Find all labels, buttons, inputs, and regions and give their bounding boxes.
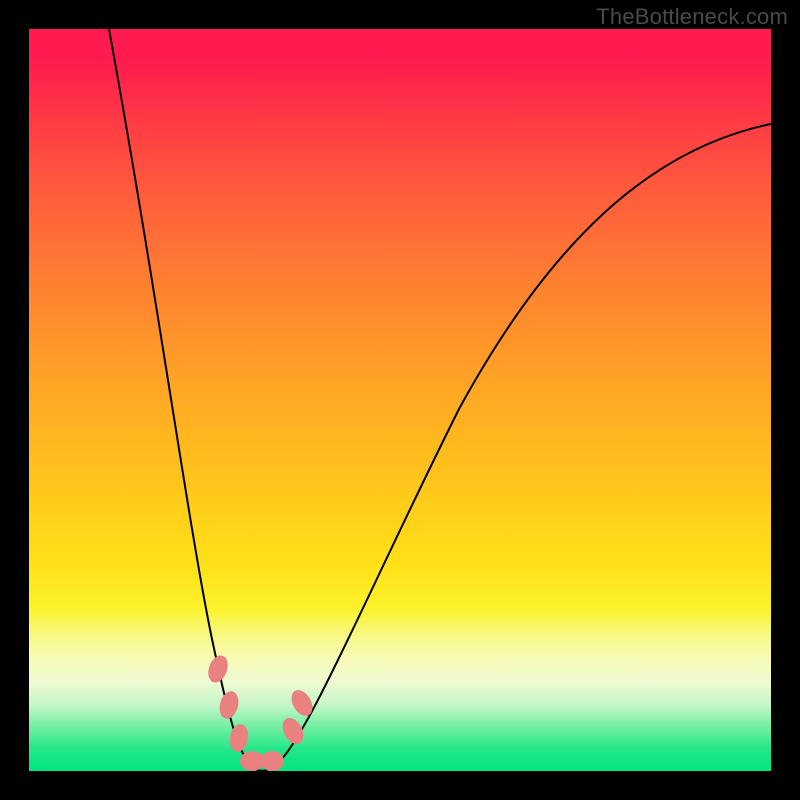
curve-marker <box>217 689 242 721</box>
curve-marker <box>278 714 307 747</box>
curve-marker <box>287 686 317 719</box>
curve-marker <box>228 723 251 754</box>
marker-group <box>205 653 317 771</box>
curve-marker <box>205 653 231 685</box>
bottleneck-curve <box>109 29 771 771</box>
chart-area <box>29 29 771 771</box>
chart-svg <box>29 29 771 771</box>
curve-marker <box>260 751 284 771</box>
watermark-text: TheBottleneck.com <box>596 4 788 30</box>
